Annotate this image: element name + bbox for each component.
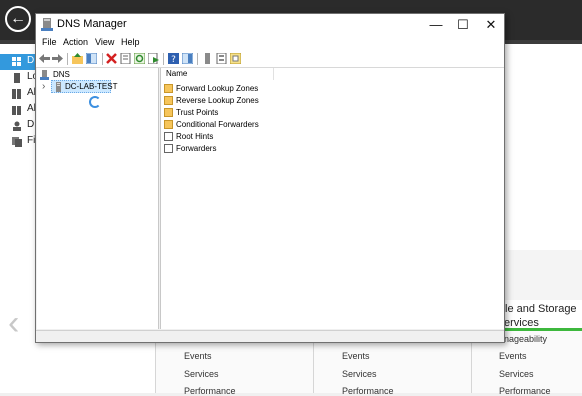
folder-icon: [164, 108, 173, 117]
tile-services-3[interactable]: Services: [499, 369, 534, 379]
tile-events-3[interactable]: Events: [499, 351, 527, 361]
tile-events-2[interactable]: Events: [342, 351, 370, 361]
tree-item-label: DNS: [53, 70, 70, 79]
toolbar-separator: [102, 53, 103, 65]
folder-icon: [164, 96, 173, 105]
toolbar: ?: [36, 50, 504, 68]
sidebar-item-ad[interactable]: Al: [0, 102, 36, 118]
properties-icon[interactable]: [120, 53, 131, 64]
action-pane-icon[interactable]: [182, 53, 193, 64]
toolbar-separator: [67, 53, 68, 65]
tile-performance-2[interactable]: Performance: [342, 386, 394, 396]
dns-app-icon: [41, 18, 53, 31]
menu-bar: File Action View Help: [36, 36, 504, 50]
tree-item-server[interactable]: DC-LAB-TEST: [51, 80, 117, 93]
sidebar-item-dns-role[interactable]: D: [0, 118, 36, 134]
tile-manageability[interactable]: anageability: [499, 334, 547, 344]
document-icon: [164, 132, 173, 141]
tree-item-label: DC-LAB-TEST: [65, 82, 118, 91]
dns-root-icon: [40, 70, 49, 80]
close-button[interactable]: ✕: [477, 14, 505, 36]
server-icon: [56, 82, 61, 92]
column-header-name[interactable]: Name: [161, 68, 274, 80]
sidebar-item-all-servers[interactable]: Al: [0, 86, 36, 102]
right-panel: [505, 74, 582, 224]
tile-performance-1[interactable]: Performance: [184, 386, 236, 396]
tile-events-1[interactable]: Events: [184, 351, 212, 361]
list-tool-icon[interactable]: [216, 53, 227, 64]
export-list-icon[interactable]: [148, 53, 159, 64]
help-icon[interactable]: ?: [168, 53, 179, 64]
server-icon: [14, 73, 20, 83]
menu-view[interactable]: View: [95, 37, 114, 47]
scroll-left-arrow[interactable]: ‹: [8, 306, 19, 340]
tile-services-1[interactable]: Services: [184, 369, 219, 379]
menu-action[interactable]: Action: [63, 37, 88, 47]
users-icon: [13, 121, 21, 131]
chevron-right-icon: ›: [42, 81, 46, 92]
tile-performance-3[interactable]: Performance: [499, 386, 551, 396]
sidebar-item-local[interactable]: Lo: [0, 70, 38, 86]
list-item-label: Reverse Lookup Zones: [176, 96, 259, 105]
document-icon: [164, 144, 173, 153]
list-item-label: Conditional Forwarders: [176, 120, 259, 129]
tile-title-line1: le and Storage: [505, 303, 577, 315]
results-pane: Name Forward Lookup Zones Reverse Lookup…: [160, 68, 504, 329]
console-tree: DNS › DC-LAB-TEST: [37, 68, 159, 329]
dns-manager-window: DNS Manager — ☐ ✕ File Action View Help …: [35, 13, 505, 343]
back-arrow-icon[interactable]: [39, 53, 50, 64]
servers-icon: [12, 106, 21, 115]
toolbar-separator: [163, 53, 164, 65]
status-bar: [36, 330, 504, 342]
back-button[interactable]: ←: [5, 6, 31, 32]
column-header-label: Name: [166, 69, 188, 78]
server-tool-icon[interactable]: [202, 53, 213, 64]
refresh-icon[interactable]: [134, 53, 145, 64]
busy-cursor-icon: [89, 96, 101, 108]
show-hide-tree-icon[interactable]: [86, 53, 97, 64]
delete-icon[interactable]: [106, 53, 117, 64]
sidebar-item-file[interactable]: Fi: [0, 134, 36, 150]
maximize-button[interactable]: ☐: [449, 14, 477, 36]
window-title: DNS Manager: [57, 18, 127, 30]
forward-arrow-icon[interactable]: [52, 53, 63, 64]
minimize-button[interactable]: —: [422, 14, 450, 36]
tile-services-2[interactable]: Services: [342, 369, 377, 379]
up-folder-icon[interactable]: [72, 53, 83, 64]
dashboard-icon: [12, 57, 21, 66]
role-box: [505, 250, 582, 300]
file-server-icon: [12, 137, 22, 147]
folder-icon: [164, 84, 173, 93]
list-item-label: Trust Points: [176, 108, 219, 117]
folder-icon: [164, 120, 173, 129]
filter-tool-icon[interactable]: [230, 53, 241, 64]
sidebar-item-label: D: [27, 55, 35, 66]
menu-file[interactable]: File: [42, 37, 57, 47]
title-bar[interactable]: DNS Manager — ☐ ✕: [36, 14, 504, 36]
list-item-label: Root Hints: [176, 132, 214, 141]
svg-text:?: ?: [171, 55, 176, 64]
sidebar-item-dns[interactable]: D: [0, 54, 36, 70]
toolbar-separator: [197, 53, 198, 65]
list-item-label: Forwarders: [176, 144, 217, 153]
list-item-label: Forward Lookup Zones: [176, 84, 259, 93]
tree-expander[interactable]: ›: [40, 81, 50, 93]
servers-icon: [12, 89, 21, 99]
sidebar-item-label: D: [27, 119, 35, 130]
menu-help[interactable]: Help: [121, 37, 140, 47]
